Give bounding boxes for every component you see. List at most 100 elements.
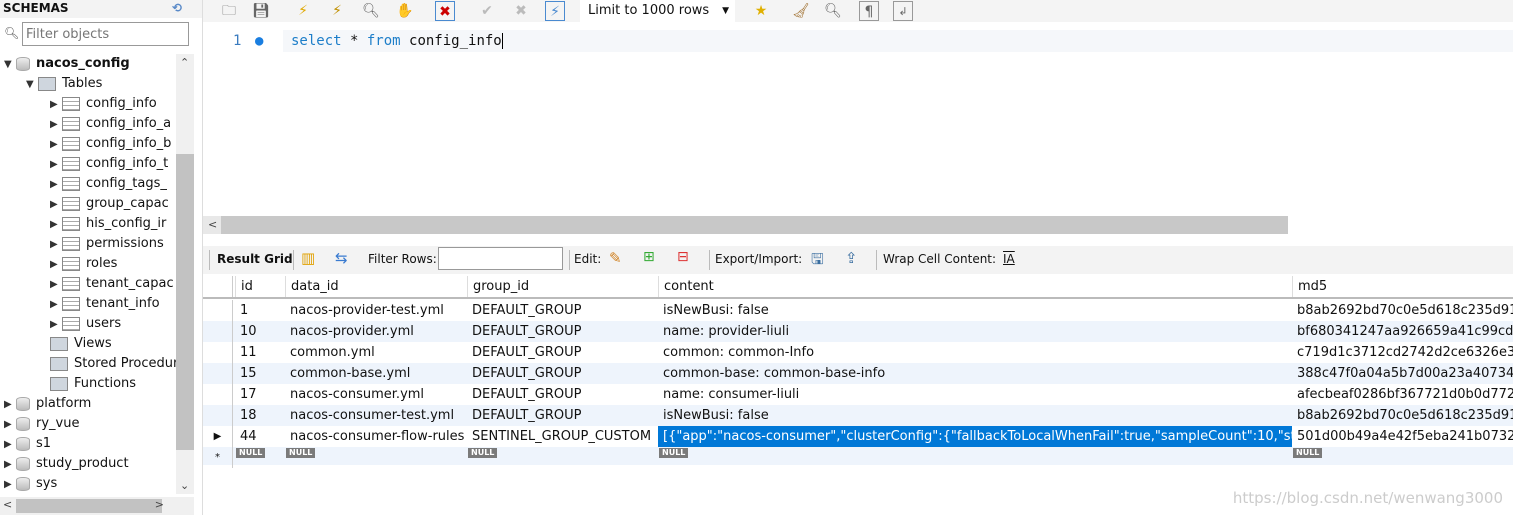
table-item[interactable]: ▶ config_tags_ — [0, 174, 176, 194]
cell-id[interactable]: 11 — [235, 342, 285, 363]
expand-right-icon[interactable]: ▶ — [50, 275, 62, 294]
folder-item[interactable]: Views — [0, 334, 176, 354]
sidebar-horizontal-scrollbar[interactable]: < > — [0, 497, 194, 515]
table-item[interactable]: ▶ config_info_a — [0, 114, 176, 134]
cell-data_id[interactable]: common-base.yml — [285, 363, 467, 384]
add-snippet-icon[interactable]: ★ — [751, 1, 771, 21]
expand-right-icon[interactable]: ▶ — [50, 195, 62, 214]
expand-right-icon[interactable]: ▶ — [50, 315, 62, 334]
form-view-icon[interactable]: ▥ — [301, 249, 315, 267]
cell-id[interactable]: 18 — [235, 405, 285, 426]
open-file-icon[interactable]: 🗀 — [219, 1, 239, 21]
limit-rows-select[interactable]: Limit to 1000 rows ▼ — [580, 0, 735, 22]
cell-md5[interactable]: bf680341247aa926659a41c99cd551 — [1292, 321, 1513, 342]
toggle-stop-on-error-icon[interactable]: ✖ — [435, 1, 455, 21]
table-item[interactable]: ▶ group_capac — [0, 194, 176, 214]
column-header-id[interactable]: id — [235, 276, 285, 297]
cell-data_id[interactable]: nacos-provider.yml — [285, 321, 467, 342]
expand-right-icon[interactable]: ▶ — [50, 155, 62, 174]
cell-group_id[interactable]: DEFAULT_GROUP — [467, 384, 658, 405]
table-item[interactable]: ▶ users — [0, 314, 176, 334]
expand-right-icon[interactable]: ▶ — [50, 135, 62, 154]
expand-right-icon[interactable]: ▶ — [50, 95, 62, 114]
new-row[interactable]: * NULL NULL NULL NULL NULL — [203, 447, 1513, 468]
cell-id[interactable]: 44 — [235, 426, 285, 447]
table-item[interactable]: ▶ permissions — [0, 234, 176, 254]
expand-down-icon[interactable]: ▼ — [26, 75, 38, 94]
rollback-icon[interactable]: ✖ — [511, 1, 531, 21]
export-icon[interactable]: 🖫 — [811, 249, 824, 274]
cell-content[interactable]: NULL — [658, 447, 1292, 468]
cell-md5[interactable]: c719d1c3712cd2742d2ce6326e35ee — [1292, 342, 1513, 363]
folder-item[interactable]: Stored Procedure — [0, 354, 176, 374]
cell-data_id[interactable]: NULL — [285, 447, 467, 468]
cell-group_id[interactable]: DEFAULT_GROUP — [467, 405, 658, 426]
cell-id[interactable]: 10 — [235, 321, 285, 342]
schema-item[interactable]: ▶ sys — [0, 474, 176, 494]
schema-item[interactable]: ▶ ry_vue — [0, 414, 176, 434]
explain-icon[interactable]: 🔍︎ — [361, 1, 381, 21]
cell-md5[interactable]: afecbeaf0286bf367721d0b0d77291 — [1292, 384, 1513, 405]
sidebar-vertical-scrollbar[interactable]: ⌃ ⌄ — [176, 54, 194, 494]
cell-md5[interactable]: b8ab2692bd70c0e5d618c235d9163 — [1292, 300, 1513, 321]
import-icon[interactable]: ⇪ — [845, 249, 858, 267]
expand-right-icon[interactable]: ▶ — [50, 215, 62, 234]
insert-row-icon[interactable]: ⊞ — [643, 249, 655, 265]
cell-group_id[interactable]: DEFAULT_GROUP — [467, 342, 658, 363]
cell-group_id[interactable]: DEFAULT_GROUP — [467, 363, 658, 384]
table-item[interactable]: ▶ config_info_t — [0, 154, 176, 174]
expand-right-icon[interactable]: ▶ — [50, 255, 62, 274]
cell-md5[interactable]: b8ab2692bd70c0e5d618c235d9163 — [1292, 405, 1513, 426]
autocommit-icon[interactable]: ⚡ — [545, 1, 565, 21]
column-header-content[interactable]: content — [658, 276, 1292, 297]
table-row[interactable]: 17 nacos-consumer.yml DEFAULT_GROUP name: c… — [203, 384, 1513, 405]
table-item[interactable]: ▶ tenant_info — [0, 294, 176, 314]
stop-icon[interactable]: ✋ — [395, 1, 415, 21]
cell-data_id[interactable]: common.yml — [285, 342, 467, 363]
cell-group_id[interactable]: NULL — [467, 447, 658, 468]
word-wrap-icon[interactable]: ↲ — [893, 1, 913, 21]
table-row[interactable]: ▶ 44 nacos-consumer-flow-rules SENTINEL_GRO… — [203, 426, 1513, 447]
cell-md5[interactable]: 501d00b49a4e42f5eba241b073223a — [1292, 426, 1513, 447]
find-icon[interactable]: 🔍︎ — [823, 1, 843, 21]
table-item[interactable]: ▶ config_info — [0, 94, 176, 114]
table-row[interactable]: 18 nacos-consumer-test.yml DEFAULT_GROUP is… — [203, 405, 1513, 426]
folder-item[interactable]: Functions — [0, 374, 176, 394]
tree-item-tables[interactable]: ▼ Tables — [0, 74, 176, 94]
cell-content[interactable]: [{"app":"nacos-consumer","clusterConfig"… — [658, 426, 1292, 447]
table-item[interactable]: ▶ tenant_capac — [0, 274, 176, 294]
execute-current-icon[interactable]: ⚡ — [327, 1, 347, 21]
cell-id[interactable]: 1 — [235, 300, 285, 321]
editor-line[interactable]: 1 ● select * from config_info​ — [203, 30, 1513, 52]
beautify-icon[interactable]: 🧹︎ — [791, 1, 811, 21]
table-row[interactable]: 1 nacos-provider-test.yml DEFAULT_GROUP isN… — [203, 300, 1513, 321]
expand-down-icon[interactable]: ▼ — [4, 55, 16, 74]
sql-code[interactable]: select * from config_info​ — [283, 30, 1513, 52]
cell-id[interactable]: 17 — [235, 384, 285, 405]
filter-rows-input[interactable] — [438, 247, 563, 270]
edit-cell-icon[interactable]: ✎ — [609, 249, 622, 267]
expand-right-icon[interactable]: ▶ — [50, 115, 62, 134]
cell-md5[interactable]: 388c47f0a04a5b7d00a23a40734fb3 — [1292, 363, 1513, 384]
wrap-cell-icon[interactable]: IA — [1003, 252, 1015, 266]
expand-right-icon[interactable]: ▶ — [50, 295, 62, 314]
cell-data_id[interactable]: nacos-consumer-flow-rules — [285, 426, 467, 447]
save-icon[interactable]: 💾︎ — [251, 1, 271, 21]
expand-right-icon[interactable]: ▶ — [50, 175, 62, 194]
cell-data_id[interactable]: nacos-consumer-test.yml — [285, 405, 467, 426]
table-row[interactable]: 10 nacos-provider.yml DEFAULT_GROUP name: p… — [203, 321, 1513, 342]
execute-icon[interactable]: ⚡ — [293, 1, 313, 21]
expand-right-icon[interactable]: ▶ — [4, 475, 16, 494]
expand-right-icon[interactable]: ▶ — [4, 395, 16, 414]
refresh-icon[interactable]: ⟲ — [172, 0, 182, 16]
table-row[interactable]: 15 common-base.yml DEFAULT_GROUP common-bas… — [203, 363, 1513, 384]
schema-nacos-config[interactable]: ▼ nacos_config — [0, 54, 176, 74]
expand-right-icon[interactable]: ▶ — [4, 435, 16, 454]
cell-content[interactable]: name: provider-liuli — [658, 321, 1292, 342]
expand-right-icon[interactable]: ▶ — [4, 415, 16, 434]
table-row[interactable]: 11 common.yml DEFAULT_GROUP common: common-… — [203, 342, 1513, 363]
schema-item[interactable]: ▶ platform — [0, 394, 176, 414]
cell-group_id[interactable]: DEFAULT_GROUP — [467, 300, 658, 321]
cell-data_id[interactable]: nacos-provider-test.yml — [285, 300, 467, 321]
cell-group_id[interactable]: SENTINEL_GROUP_CUSTOM — [467, 426, 658, 447]
